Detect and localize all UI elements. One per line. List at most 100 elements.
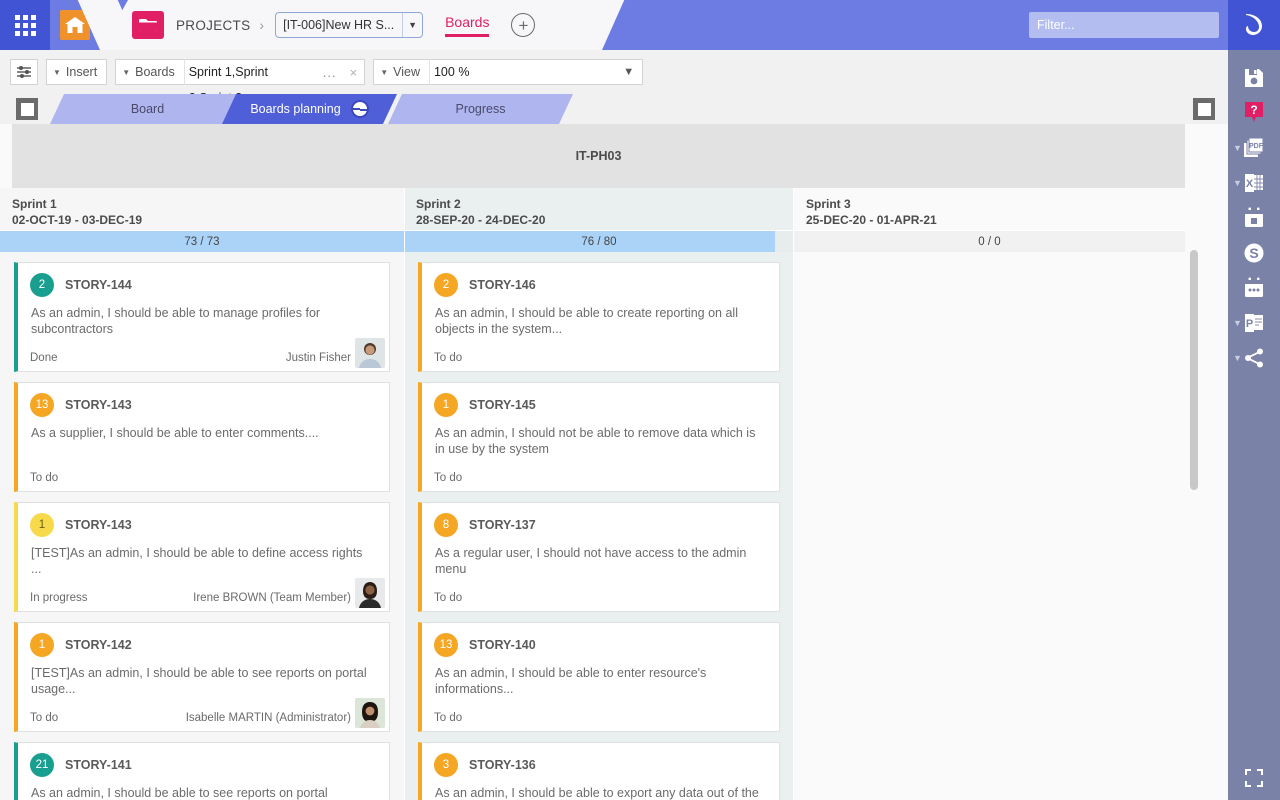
export-pdf-button[interactable]: ▼ PDF: [1228, 130, 1280, 165]
story-card[interactable]: 1 STORY-143 [TEST]As an admin, I should …: [14, 502, 390, 612]
excel-export-icon: X: [1242, 172, 1266, 194]
chevron-down-icon: ▼: [122, 68, 130, 77]
sprint-header: Sprint 3 25-DEC-20 - 01-APR-21: [794, 188, 1185, 230]
story-points-badge: 2: [30, 273, 54, 297]
avatar: [355, 338, 385, 368]
story-points-badge: 13: [30, 393, 54, 417]
sprint-dates: 25-DEC-20 - 01-APR-21: [806, 212, 1185, 228]
story-description: As an admin, I should not be able to rem…: [434, 425, 767, 457]
story-description: As an admin, I should be able to export …: [434, 785, 767, 800]
share-button[interactable]: ▼: [1228, 340, 1280, 375]
svg-text:S: S: [1249, 245, 1258, 261]
calendar-button[interactable]: [1228, 200, 1280, 235]
avatar: [355, 578, 385, 608]
equals-badge-icon[interactable]: [351, 100, 369, 118]
view-selector: ▼ View 100 % ▼: [373, 59, 643, 85]
story-description: [TEST]As an admin, I should be able to d…: [30, 545, 377, 577]
story-status: In progress: [30, 592, 88, 604]
story-points-badge: 1: [30, 633, 54, 657]
sidebar-tools: ? ▼ PDF ▼ X: [1228, 50, 1280, 375]
export-powerpoint-button[interactable]: ▼ P: [1228, 305, 1280, 340]
story-card[interactable]: 2 STORY-146 As an admin, I should be abl…: [418, 262, 780, 372]
story-status: To do: [30, 472, 58, 484]
story-status: To do: [434, 592, 462, 604]
view-value[interactable]: 100 %: [430, 59, 615, 85]
insert-label: Insert: [66, 65, 97, 79]
story-card[interactable]: 13 STORY-143 As a supplier, I should be …: [14, 382, 390, 492]
panel-left-icon[interactable]: [16, 98, 38, 120]
capacity-text: 73 / 73: [184, 236, 219, 248]
board-settings-button[interactable]: [10, 59, 38, 85]
breadcrumb-separator-icon: ›: [259, 17, 264, 33]
chevron-down-icon[interactable]: ▼: [402, 13, 422, 37]
sprint-dates: 02-OCT-19 - 03-DEC-19: [12, 212, 404, 228]
sprint-column: Sprint 1 02-OCT-19 - 03-DEC-19 73 / 73 2…: [0, 188, 404, 800]
tab-progress[interactable]: Progress: [388, 94, 573, 124]
phase-header: IT-PH03: [12, 124, 1185, 188]
fullscreen-button[interactable]: [1228, 768, 1280, 788]
chevron-down-icon[interactable]: ▼: [1233, 178, 1242, 188]
filter-input[interactable]: [1029, 12, 1219, 38]
planning-calendar-button[interactable]: [1228, 270, 1280, 305]
sprint-name: Sprint 2: [416, 196, 794, 212]
sprint-capacity-bar: 76 / 80: [404, 230, 794, 252]
svg-text:PDF: PDF: [1249, 143, 1264, 150]
cost-button[interactable]: S: [1228, 235, 1280, 270]
sprint-capacity-bar: 73 / 73: [0, 230, 404, 252]
insert-menu[interactable]: ▼ Insert: [46, 59, 107, 85]
project-select[interactable]: [IT-006]New HR S... ▼: [275, 12, 423, 38]
add-tab-button[interactable]: +: [511, 13, 535, 37]
story-description: As an admin, I should be able to see rep…: [30, 785, 377, 800]
view-label: View: [393, 65, 420, 79]
boards-label: Boards: [135, 65, 175, 79]
story-card[interactable]: 1 STORY-142 [TEST]As an admin, I should …: [14, 622, 390, 732]
story-card[interactable]: 21 STORY-141 As an admin, I should be ab…: [14, 742, 390, 800]
board-vertical-scrollbar[interactable]: [1190, 250, 1198, 490]
boards-menu-trigger[interactable]: ▼ Boards: [116, 59, 185, 85]
story-card[interactable]: 8 STORY-137 As a regular user, I should …: [418, 502, 780, 612]
right-sidebar: ? ▼ PDF ▼ X: [1228, 0, 1280, 800]
tab-boards-planning[interactable]: Boards planning: [222, 94, 397, 124]
story-description: As a supplier, I should be able to enter…: [30, 425, 377, 441]
story-points-badge: 1: [30, 513, 54, 537]
view-menu-trigger[interactable]: ▼ View: [374, 59, 430, 85]
story-assignee: Irene BROWN (Team Member): [193, 592, 351, 604]
story-card[interactable]: 3 STORY-136 As an admin, I should be abl…: [418, 742, 780, 800]
story-description: As a regular user, I should not have acc…: [434, 545, 767, 577]
story-code: STORY-140: [469, 638, 536, 652]
help-button[interactable]: ?: [1228, 95, 1280, 130]
application-window: PROJECTS › [IT-006]New HR S... ▼ Boards …: [0, 0, 1280, 800]
panel-right-icon[interactable]: [1193, 98, 1215, 120]
breadcrumb-root[interactable]: PROJECTS: [176, 18, 250, 33]
story-card[interactable]: 2 STORY-144 As an admin, I should be abl…: [14, 262, 390, 372]
chevron-down-icon[interactable]: ▼: [1233, 353, 1242, 363]
story-assignee: Justin Fisher: [286, 352, 351, 364]
grid-apps-icon[interactable]: [0, 0, 50, 50]
boards-more-button[interactable]: ...: [317, 65, 343, 80]
chevron-down-icon[interactable]: ▼: [1233, 318, 1242, 328]
svg-text:X: X: [1246, 178, 1254, 190]
boards-value[interactable]: Sprint 1,Sprint 2,Sprint 3: [185, 59, 317, 85]
story-description: [TEST]As an admin, I should be able to s…: [30, 665, 377, 697]
story-card[interactable]: 1 STORY-145 As an admin, I should not be…: [418, 382, 780, 492]
sprint-header: Sprint 2 28-SEP-20 - 24-DEC-20: [404, 188, 794, 230]
chevron-down-icon[interactable]: ▼: [615, 66, 642, 78]
top-navigation-bar: PROJECTS › [IT-006]New HR S... ▼ Boards …: [0, 0, 1280, 50]
column-separator: [793, 188, 794, 800]
story-status: To do: [434, 352, 462, 364]
story-status: Done: [30, 352, 58, 364]
insert-menu-trigger[interactable]: ▼ Insert: [47, 59, 106, 85]
story-description: As an admin, I should be able to create …: [434, 305, 767, 337]
project-select-value: [IT-006]New HR S...: [283, 18, 394, 32]
tab-board-label: Board: [131, 102, 164, 116]
chevron-down-icon[interactable]: ▼: [1233, 143, 1242, 153]
story-assignee: Isabelle MARTIN (Administrator): [186, 712, 351, 724]
tab-board[interactable]: Board: [50, 94, 245, 124]
save-button[interactable]: [1228, 60, 1280, 95]
story-points-badge: 8: [434, 513, 458, 537]
tab-boards[interactable]: Boards: [445, 14, 489, 37]
boards-clear-button[interactable]: ×: [343, 65, 365, 80]
swoosh-logo-icon: [1228, 0, 1280, 50]
export-excel-button[interactable]: ▼ X: [1228, 165, 1280, 200]
story-card[interactable]: 13 STORY-140 As an admin, I should be ab…: [418, 622, 780, 732]
